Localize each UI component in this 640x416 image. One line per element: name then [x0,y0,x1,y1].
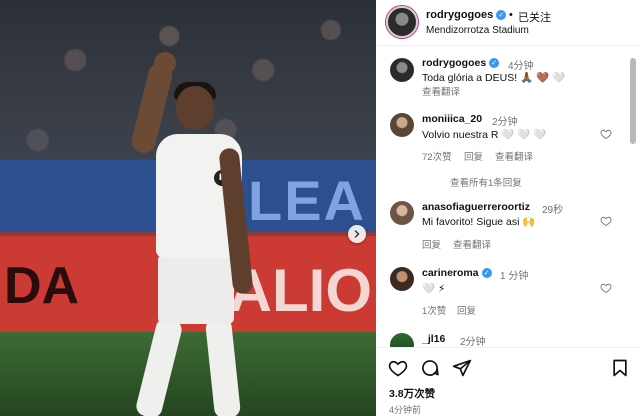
comment-reply-button[interactable]: 回复 [422,237,441,251]
comment-text: Volvio nuestra R 🤍 🤍 🤍 [422,129,547,141]
comment-reply-button[interactable]: 回复 [464,149,483,163]
post-header: rodrygogoes ✓ • 已关注 Mendizorrotza Stadiu… [376,0,640,46]
comment-like-count[interactable]: 1次赞 [422,303,446,317]
comments-list[interactable]: rodrygogoes ✓ 4分钟 Toda glória a DEUS! 🙏🏾… [376,47,640,347]
comment-avatar[interactable] [390,267,414,291]
post-timestamp: 4分钟前 [389,405,422,415]
player-leg-right [204,316,242,416]
chevron-right-icon [354,230,360,238]
comment-time: 1 分钟 [500,271,529,282]
post-actions-bar: 3.8万次赞 4分钟前 [376,347,640,416]
caption-time: 4分钟 [508,61,534,72]
post-location[interactable]: Mendizorrotza Stadium [426,25,529,36]
author-avatar[interactable] [386,6,418,38]
player-shorts [158,254,234,324]
comment-like-count[interactable]: 72次赞 [422,149,452,163]
verified-badge-icon: ✓ [496,10,507,21]
comment-see-translation[interactable]: 查看翻译 [453,237,491,251]
player-figure: P [118,48,278,416]
bookmark-icon[interactable] [610,358,630,378]
carousel-next-button[interactable] [348,225,366,243]
comment-username[interactable]: anasofiaguerreroortiz [422,201,530,213]
post-photo[interactable]: LEA DA ALIO P [0,0,376,416]
comment-time: 2分钟 [460,337,486,347]
comment-time: 2分钟 [492,117,518,128]
send-icon[interactable] [452,358,472,378]
heart-icon[interactable] [600,215,612,227]
comment-avatar[interactable] [390,201,414,225]
comment-username[interactable]: _jl16 [422,333,445,345]
player-fist [154,52,176,74]
comment-username[interactable]: moniiica_20 [422,113,482,125]
ad-board-red-text-left: DA [4,257,80,315]
comment-avatar[interactable] [390,333,414,347]
caption-avatar[interactable] [390,58,414,82]
post-side-panel: rodrygogoes ✓ • 已关注 Mendizorrotza Stadiu… [376,0,640,416]
heart-icon[interactable] [600,282,612,294]
caption-username-text[interactable]: rodrygogoes [422,57,486,69]
verified-badge-icon: ✓ [489,58,500,69]
header-separator: • [509,9,513,21]
heart-icon[interactable] [388,358,408,378]
comment-time: 29秒 [542,205,564,216]
comment-text: 🤍 ⚡ [422,283,446,295]
comment-avatar[interactable] [390,113,414,137]
comment-username-text[interactable]: carineroma [422,267,479,279]
author-username-text[interactable]: rodrygogoes [426,9,493,21]
heart-icon[interactable] [600,128,612,140]
post-like-count[interactable]: 3.8万次赞 [389,386,435,401]
caption-username[interactable]: rodrygogoes ✓ [422,57,500,69]
caption-text: Toda glória a DEUS! 🙏🏾 🤎 🤍 [422,72,566,84]
comment-reply-button[interactable]: 回复 [457,303,476,317]
player-head [176,86,214,130]
comment-see-translation[interactable]: 查看翻译 [495,149,533,163]
follow-status-button[interactable]: 已关注 [518,9,551,25]
view-replies-button[interactable]: 查看所有1条回复 [450,175,522,189]
comments-scrollbar[interactable] [630,58,636,144]
player-leg-left [134,316,184,416]
verified-badge-icon: ✓ [481,268,492,279]
comment-text: Mi favorito! Sigue asi 🙌 [422,216,536,228]
comment-icon[interactable] [420,358,440,378]
comment-username[interactable]: carineroma ✓ [422,267,492,279]
caption-see-translation[interactable]: 查看翻译 [422,84,460,98]
author-username[interactable]: rodrygogoes ✓ [426,9,507,21]
